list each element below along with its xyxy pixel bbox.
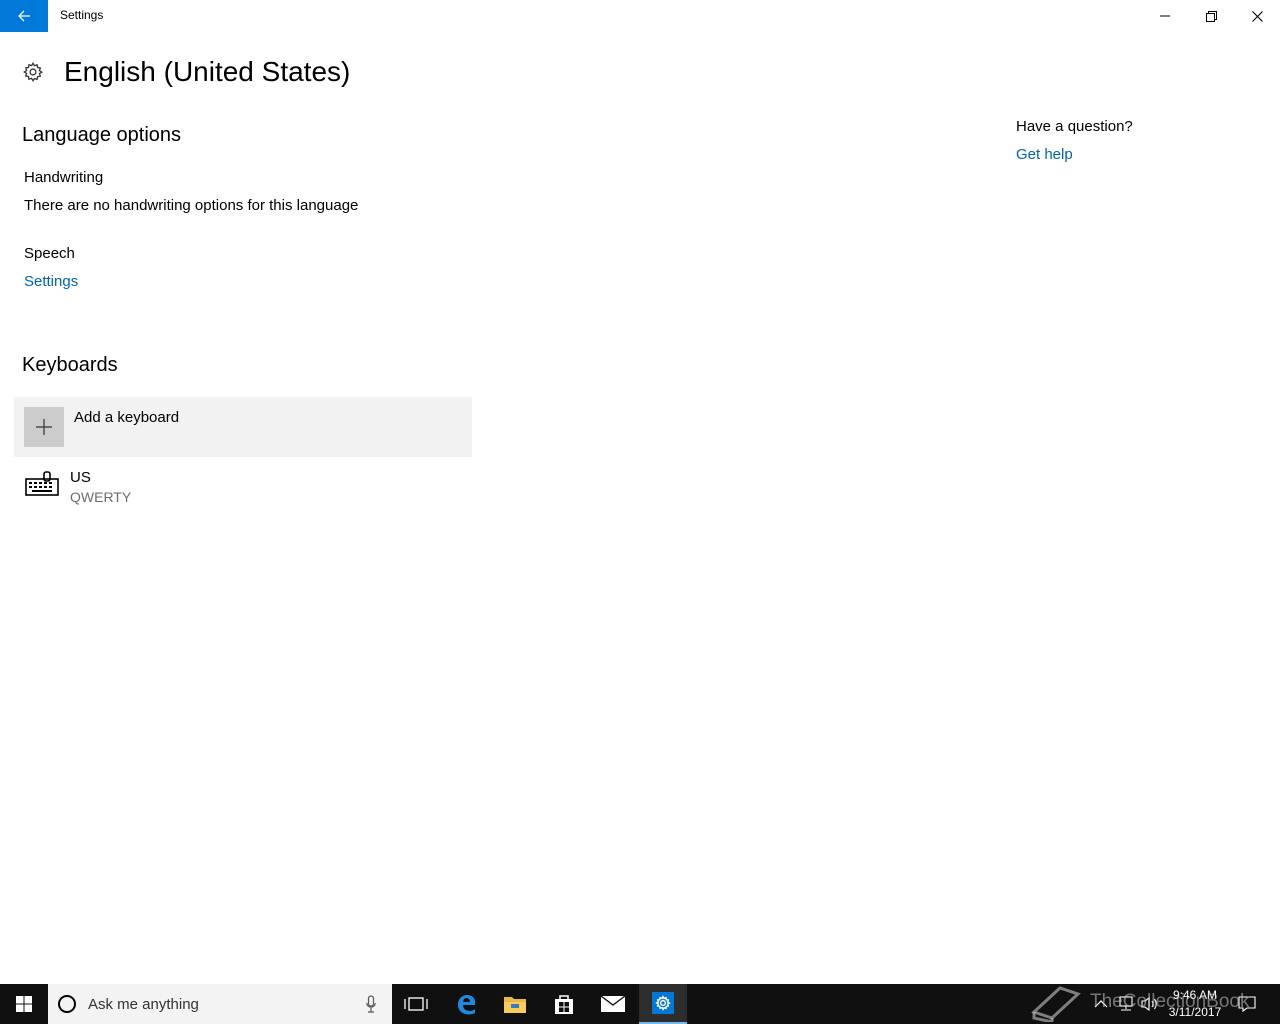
back-button[interactable] — [0, 0, 48, 32]
get-help-link[interactable]: Get help — [1016, 146, 1073, 163]
settings-gear-icon — [655, 995, 671, 1011]
file-explorer-button[interactable] — [491, 984, 539, 1024]
keyboard-layout: QWERTY — [70, 489, 132, 505]
page-title: English (United States) — [64, 56, 351, 87]
app-title: Settings — [60, 8, 104, 22]
close-icon — [1251, 10, 1263, 22]
add-keyboard-button[interactable]: Add a keyboard — [14, 397, 472, 457]
plus-icon — [36, 419, 52, 435]
settings-taskbar-button[interactable] — [639, 984, 687, 1024]
book-logo-icon — [1031, 986, 1081, 1022]
watermark-text: TheCollectionBook — [1090, 991, 1250, 1012]
restore-icon — [1205, 10, 1217, 22]
search-box[interactable]: Ask me anything — [48, 984, 392, 1024]
plus-box — [24, 407, 64, 447]
close-button[interactable] — [1234, 0, 1280, 32]
search-placeholder: Ask me anything — [88, 996, 199, 1013]
keyboard-item-us[interactable]: US QWERTY — [14, 462, 472, 514]
microphone-icon[interactable] — [366, 995, 376, 1013]
handwriting-label: Handwriting — [24, 169, 104, 186]
add-keyboard-label: Add a keyboard — [74, 409, 180, 426]
handwriting-text: There are no handwriting options for thi… — [24, 197, 359, 214]
title-bar: Settings — [0, 0, 1280, 32]
cortana-icon — [58, 995, 76, 1013]
keyboard-icon — [25, 471, 59, 496]
gear-icon — [23, 62, 44, 82]
keyboards-heading: Keyboards — [22, 354, 118, 376]
mail-button[interactable] — [589, 984, 637, 1024]
watermark: TheCollectionBook — [1030, 982, 1249, 1022]
edge-icon — [458, 995, 476, 1015]
task-view-icon — [404, 997, 428, 1011]
mail-icon — [600, 995, 626, 1012]
help-question: Have a question? — [1016, 118, 1133, 135]
minimize-button[interactable] — [1142, 0, 1188, 32]
store-button[interactable] — [540, 984, 588, 1024]
minimize-icon — [1160, 15, 1170, 17]
edge-button[interactable] — [442, 984, 490, 1024]
speech-label: Speech — [24, 245, 75, 262]
back-arrow-icon — [18, 10, 30, 22]
task-view-button[interactable] — [392, 984, 440, 1024]
settings-tile — [652, 992, 674, 1014]
windows-logo-icon — [16, 996, 32, 1012]
language-options-heading: Language options — [22, 124, 182, 146]
restore-button[interactable] — [1188, 0, 1234, 32]
keyboard-name: US — [70, 469, 91, 486]
start-button[interactable] — [0, 984, 48, 1024]
speech-settings-link[interactable]: Settings — [24, 273, 78, 290]
store-icon — [555, 995, 573, 1014]
page-header: English (United States) — [22, 56, 350, 88]
folder-icon — [504, 997, 526, 1013]
